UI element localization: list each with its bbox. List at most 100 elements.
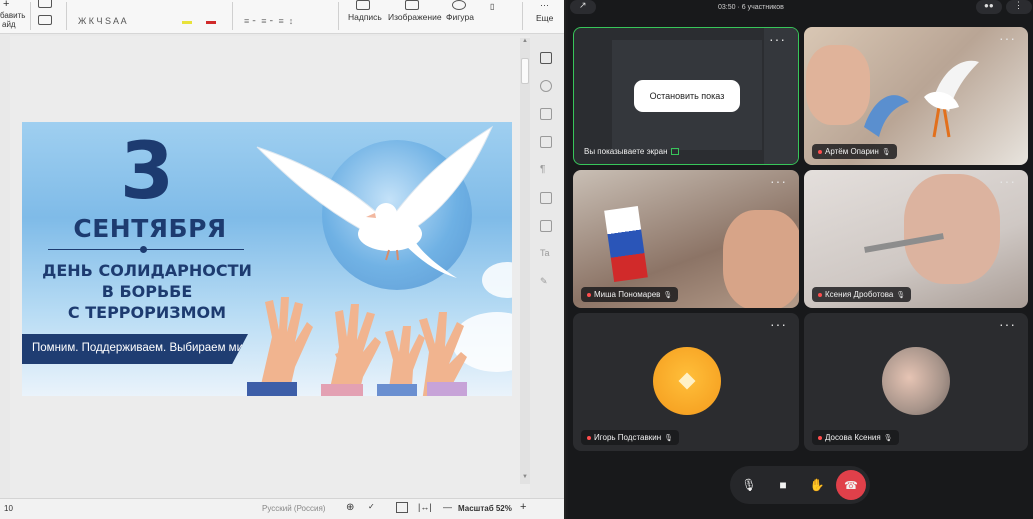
speaking-indicator [587, 435, 591, 440]
ribbon-toolbar: + бавить айд Ж К Ч S A A ≡ ⁃ ≡ ⁃ ≡ ↕ Над… [0, 0, 564, 34]
camera-button[interactable]: ■ [770, 472, 796, 498]
more-menu-button[interactable]: ⋮ [1006, 0, 1032, 14]
insert-text-box-button[interactable]: Надпись [348, 12, 382, 22]
sharing-status: Вы показываете экран [584, 147, 680, 156]
scrollbar-thumb[interactable] [521, 58, 529, 84]
paragraph-settings-icon[interactable]: ¶ [540, 164, 552, 176]
text-box-icon[interactable] [356, 0, 370, 10]
more-dots-icon: ⋮ [1014, 0, 1023, 10]
stop-sharing-button[interactable]: Остановить показ [634, 80, 740, 112]
tile-menu-icon[interactable]: ··· [769, 32, 786, 46]
raised-hands-image [247, 297, 467, 396]
tile-menu-icon[interactable]: ··· [999, 31, 1016, 45]
slide-number: 10 [4, 504, 13, 513]
shape-icon[interactable] [452, 0, 466, 10]
speaking-indicator [818, 435, 822, 440]
slide-settings-icon[interactable] [540, 52, 552, 64]
scroll-down-icon[interactable]: ▼ [522, 474, 528, 480]
participant-avatar [882, 347, 950, 415]
more-button[interactable]: Еще [536, 13, 553, 23]
language-selector[interactable]: Русский (Россия) [262, 504, 325, 513]
conference-header: ↗ 03:50 · 6 участников ●● ⋮ [568, 0, 1033, 18]
participant-tile[interactable]: ··· Ксения Дроботова 🎙 [804, 170, 1028, 308]
fit-slide-icon[interactable] [396, 502, 408, 513]
microphone-button[interactable]: 🎙 [736, 472, 762, 498]
hand-icon: ✋ [809, 478, 825, 492]
slide-big-number: 3 [119, 127, 175, 217]
tile-menu-icon[interactable]: ··· [999, 317, 1016, 331]
spellcheck-icon[interactable]: ✓ [368, 502, 375, 511]
call-timer-participants: 03:50 · 6 участников [718, 4, 784, 11]
text-format-buttons[interactable]: Ж К Ч S A A [78, 16, 127, 26]
shape-settings-icon[interactable] [540, 80, 552, 92]
participant-name: Артём Опарин [825, 147, 879, 156]
zoom-in-button[interactable]: + [520, 501, 526, 513]
participant-name: Игорь Подставкин [594, 433, 662, 442]
participants-icon: ●● [984, 1, 994, 10]
participant-name-tag: Артём Опарин 🎙 [812, 144, 897, 159]
participant-tile[interactable]: ··· Артём Опарин 🎙 [804, 27, 1028, 165]
paragraph-icons[interactable]: ≡ ⁃ ≡ ⁃ ≡ ↕ [244, 16, 293, 27]
participant-name-tag: Игорь Подставкин 🎙 [581, 430, 680, 445]
more-dots-icon[interactable]: ··· [540, 0, 549, 10]
highlight-icon[interactable] [182, 14, 192, 24]
participant-name-tag: Ксения Дроботова 🎙 [812, 287, 912, 302]
font-color-icon[interactable] [206, 14, 216, 24]
image-settings-icon[interactable] [540, 136, 552, 148]
slide-preview[interactable]: 3 СЕНТЯБРЯ ДЕНЬ СОЛИДАРНОСТИ В БОРЬБЕ С … [22, 122, 512, 396]
raise-hand-button[interactable]: ✋ [804, 472, 830, 498]
divider [338, 2, 339, 30]
participant-tile[interactable]: ··· Игорь Подставкин 🎙 [573, 313, 799, 451]
fit-width-icon[interactable]: |↔| [418, 502, 432, 512]
video-conference: ↗ 03:50 · 6 участников ●● ⋮ ··· Останови… [568, 0, 1033, 519]
call-controls: 🎙 ■ ✋ ☎ [730, 466, 870, 504]
screen-share-tile[interactable]: ··· Остановить показ Вы показываете экра… [573, 27, 799, 165]
participant-face [723, 210, 799, 308]
tile-menu-icon[interactable]: ··· [770, 317, 787, 331]
signature-icon[interactable]: ✎ [540, 276, 552, 288]
presentation-editor: + бавить айд Ж К Ч S A A ≡ ⁃ ≡ ⁃ ≡ ↕ Над… [0, 0, 566, 519]
tile-menu-icon[interactable]: ··· [770, 174, 787, 188]
mic-muted-icon: 🎙 [883, 434, 893, 442]
zoom-level[interactable]: Масштаб 52% [458, 504, 512, 513]
divider [232, 2, 233, 30]
participant-tile[interactable]: ··· Миша Пономарев 🎙 [573, 170, 799, 308]
participants-button[interactable]: ●● [976, 0, 1002, 14]
back-arrow-icon: ↗ [579, 0, 587, 10]
end-call-button[interactable]: ☎ [836, 470, 866, 500]
add-slide-icon[interactable]: + [3, 0, 9, 10]
play-icon[interactable] [38, 15, 52, 25]
avatar-diamond-icon [678, 372, 696, 390]
participant-name: Ксения Дроботова [825, 290, 894, 299]
shared-screen-edge [764, 28, 798, 164]
tile-menu-icon[interactable]: ··· [999, 174, 1016, 188]
chart-settings-icon[interactable] [540, 108, 552, 120]
add-slide-label-2[interactable]: айд [2, 20, 16, 29]
zoom-out-button[interactable]: — [443, 502, 452, 512]
layout-icon[interactable] [38, 0, 52, 8]
mic-muted-icon: 🎙 [664, 434, 674, 442]
scroll-up-icon[interactable]: ▲ [522, 38, 528, 44]
image-icon[interactable] [405, 0, 419, 10]
participant-tile[interactable]: ··· Досова Ксения 🎙 [804, 313, 1028, 451]
divider [30, 2, 31, 30]
table-settings-icon[interactable] [540, 192, 552, 204]
chart-bars-icon[interactable] [540, 220, 552, 232]
paper-doves-image [864, 60, 979, 138]
slide-headline: ДЕНЬ СОЛИДАРНОСТИ В БОРЬБЕ С ТЕРРОРИЗМОМ [42, 261, 252, 322]
mic-muted-icon: 🎙 [881, 148, 891, 156]
globe-icon[interactable]: ⊕ [346, 502, 354, 513]
divider [522, 2, 523, 30]
back-button[interactable]: ↗ [570, 0, 596, 14]
insert-image-button[interactable]: Изображение [388, 12, 442, 22]
vertical-scrollbar[interactable]: ▲ ▼ [520, 38, 530, 484]
insert-shape-button[interactable]: Фигура [446, 12, 474, 22]
speaking-indicator [818, 292, 822, 297]
participant-face [904, 174, 1000, 284]
text-art-icon[interactable]: Ta [540, 248, 552, 260]
mic-muted-icon: 🎙 [663, 291, 673, 299]
slide-banner-text: Помним. Поддерживаем. Выбираем мир. [32, 342, 253, 354]
add-slide-label-1[interactable]: бавить [0, 11, 25, 20]
chart-icon[interactable]: ▯ [490, 2, 494, 11]
dove-image [256, 125, 494, 278]
